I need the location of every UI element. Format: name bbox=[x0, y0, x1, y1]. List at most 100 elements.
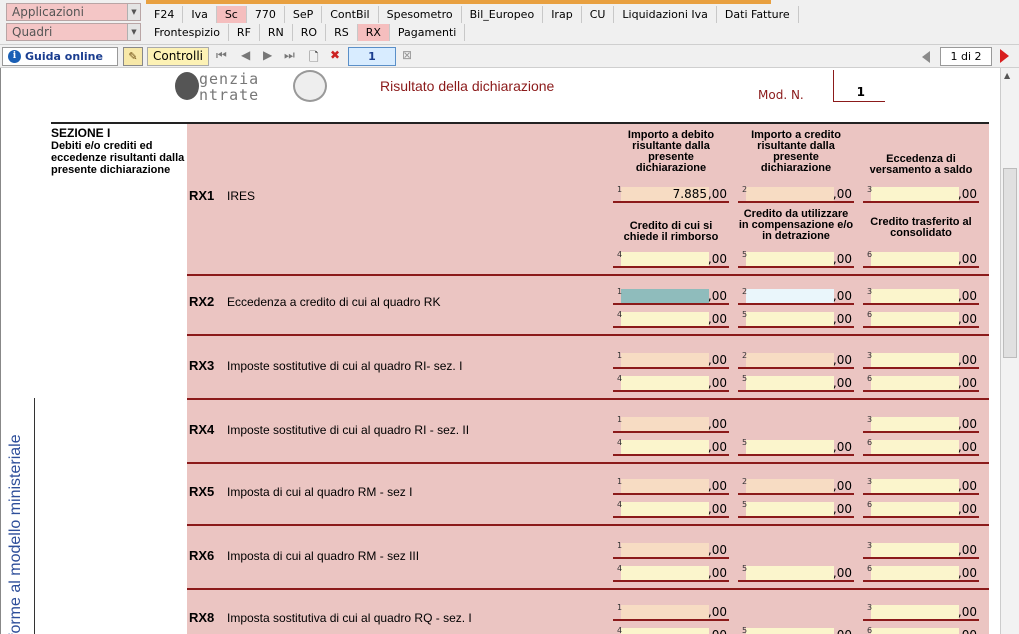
field-number: 1 bbox=[617, 477, 623, 486]
prev-sheet-icon[interactable] bbox=[922, 51, 930, 63]
field-number: 4 bbox=[617, 374, 623, 383]
checklist-icon[interactable]: ✎ bbox=[123, 47, 143, 66]
tab-liquidazioni-iva[interactable]: Liquidazioni Iva bbox=[614, 6, 717, 23]
field-number: 6 bbox=[867, 438, 873, 447]
field-rx1-5[interactable]: 5,00 bbox=[738, 250, 854, 268]
field-fill bbox=[871, 628, 959, 634]
field-rx5-4[interactable]: 4,00 bbox=[613, 500, 729, 518]
tab-contbil[interactable]: ContBil bbox=[322, 6, 379, 23]
field-number: 1 bbox=[617, 541, 623, 550]
field-rx1-3[interactable]: 3,00 bbox=[863, 185, 979, 203]
tab-dati-fatture[interactable]: Dati Fatture bbox=[717, 6, 799, 23]
field-rx3-6[interactable]: 6,00 bbox=[863, 374, 979, 392]
field-decimals: ,00 bbox=[957, 187, 977, 201]
next-sheet-icon[interactable] bbox=[1000, 49, 1009, 63]
quadro-tab-rf[interactable]: RF bbox=[229, 24, 260, 41]
field-rx3-1[interactable]: 1,00 bbox=[613, 351, 729, 369]
next-page-icon[interactable]: ▶ bbox=[263, 48, 272, 62]
row-description: Imposta di cui al quadro RM - sez I bbox=[227, 485, 413, 499]
field-rx2-5[interactable]: 5,00 bbox=[738, 310, 854, 328]
quadro-tab-ro[interactable]: RO bbox=[293, 24, 327, 41]
field-rx6-3[interactable]: 3,00 bbox=[863, 541, 979, 559]
field-rx6-4[interactable]: 4,00 bbox=[613, 564, 729, 582]
field-rx4-5[interactable]: 5,00 bbox=[738, 438, 854, 456]
tab-cu[interactable]: CU bbox=[582, 6, 615, 23]
tab-irap[interactable]: Irap bbox=[543, 6, 582, 23]
field-fill bbox=[621, 252, 709, 266]
field-rx3-4[interactable]: 4,00 bbox=[613, 374, 729, 392]
info-icon: i bbox=[8, 50, 21, 63]
field-rx4-1[interactable]: 1,00 bbox=[613, 415, 729, 433]
field-rx6-6[interactable]: 6,00 bbox=[863, 564, 979, 582]
field-rx8-5[interactable]: 5,00 bbox=[738, 626, 854, 634]
field-number: 3 bbox=[867, 603, 873, 612]
field-rx8-6[interactable]: 6,00 bbox=[863, 626, 979, 634]
controlli-button[interactable]: Controlli bbox=[147, 47, 209, 66]
field-rx8-3[interactable]: 3,00 bbox=[863, 603, 979, 621]
field-rx2-1[interactable]: 1,00 bbox=[613, 287, 729, 305]
field-rx2-2[interactable]: 2,00 bbox=[738, 287, 854, 305]
tab-sep[interactable]: SeP bbox=[285, 6, 323, 23]
new-page-icon[interactable]: 🗋 bbox=[309, 48, 319, 69]
first-page-icon[interactable]: ⏮ bbox=[216, 48, 227, 63]
field-rx1-1[interactable]: 1 ,00 7.885 bbox=[613, 185, 729, 203]
field-rx5-1[interactable]: 1,00 bbox=[613, 477, 729, 495]
field-number: 5 bbox=[742, 500, 748, 509]
module-number-input[interactable]: 1 bbox=[348, 47, 396, 66]
clear-icon[interactable]: ⊠ bbox=[402, 48, 412, 62]
vertical-scrollbar[interactable]: ▲ bbox=[1000, 68, 1019, 634]
field-rx6-1[interactable]: 1,00 bbox=[613, 541, 729, 559]
guide-online-button[interactable]: i Guida online bbox=[2, 47, 118, 66]
field-value: 7.885 bbox=[672, 187, 707, 201]
field-rx8-1[interactable]: 1,00 bbox=[613, 603, 729, 621]
prev-page-icon[interactable]: ◀ bbox=[241, 48, 250, 62]
field-rx2-4[interactable]: 4,00 bbox=[613, 310, 729, 328]
quadri-combo[interactable]: Quadri ▼ bbox=[6, 23, 141, 41]
field-rx5-5[interactable]: 5,00 bbox=[738, 500, 854, 518]
field-rx3-2[interactable]: 2,00 bbox=[738, 351, 854, 369]
field-fill bbox=[871, 605, 959, 619]
field-rx1-2[interactable]: 2,00 bbox=[738, 185, 854, 203]
field-rx5-3[interactable]: 3,00 bbox=[863, 477, 979, 495]
field-rx3-5[interactable]: 5,00 bbox=[738, 374, 854, 392]
quadro-tab-rs[interactable]: RS bbox=[326, 24, 358, 41]
field-rx5-2[interactable]: 2,00 bbox=[738, 477, 854, 495]
field-decimals: ,00 bbox=[708, 626, 727, 634]
field-rx1-6[interactable]: 6,00 bbox=[863, 250, 979, 268]
quadro-tab-frontespizio[interactable]: Frontespizio bbox=[146, 24, 229, 41]
field-rx4-6[interactable]: 6,00 bbox=[863, 438, 979, 456]
chevron-down-icon[interactable]: ▼ bbox=[127, 4, 140, 20]
field-rx4-3[interactable]: 3,00 bbox=[863, 415, 979, 433]
field-number: 2 bbox=[742, 351, 748, 360]
tab-770[interactable]: 770 bbox=[247, 6, 285, 23]
quadro-tab-rn[interactable]: RN bbox=[260, 24, 293, 41]
field-decimals: ,00 bbox=[832, 289, 852, 303]
mod-number-box[interactable]: 1 bbox=[833, 70, 885, 102]
quadro-tab-pagamenti[interactable]: Pagamenti bbox=[390, 24, 466, 41]
field-rx5-6[interactable]: 6,00 bbox=[863, 500, 979, 518]
chevron-down-icon[interactable]: ▼ bbox=[127, 24, 140, 40]
field-number: 4 bbox=[617, 626, 623, 634]
tab-bil-europeo[interactable]: Bil_Europeo bbox=[462, 6, 544, 23]
field-rx2-3[interactable]: 3,00 bbox=[863, 287, 979, 305]
field-rx2-6[interactable]: 6,00 bbox=[863, 310, 979, 328]
field-number: 2 bbox=[742, 185, 748, 194]
delete-page-icon[interactable]: ✖ bbox=[330, 48, 340, 62]
field-number: 2 bbox=[742, 287, 748, 296]
field-rx1-4[interactable]: 4,00 bbox=[613, 250, 729, 268]
field-rx3-3[interactable]: 3,00 bbox=[863, 351, 979, 369]
field-number: 4 bbox=[617, 250, 623, 259]
tab-f24[interactable]: F24 bbox=[146, 6, 184, 23]
tab-spesometro[interactable]: Spesometro bbox=[379, 6, 462, 23]
scrollbar-thumb[interactable] bbox=[1003, 168, 1017, 358]
field-rx8-4[interactable]: 4,00 bbox=[613, 626, 729, 634]
field-rx4-4[interactable]: 4,00 bbox=[613, 438, 729, 456]
field-number: 6 bbox=[867, 500, 873, 509]
tab-sc[interactable]: Sc bbox=[216, 6, 247, 23]
tab-iva[interactable]: Iva bbox=[183, 6, 217, 23]
scroll-up-icon[interactable]: ▲ bbox=[1004, 71, 1010, 80]
last-page-icon[interactable]: ⏭ bbox=[284, 48, 295, 63]
field-rx6-5[interactable]: 5,00 bbox=[738, 564, 854, 582]
quadro-tab-rx[interactable]: RX bbox=[357, 24, 390, 41]
applicazioni-combo[interactable]: Applicazioni ▼ bbox=[6, 3, 141, 21]
